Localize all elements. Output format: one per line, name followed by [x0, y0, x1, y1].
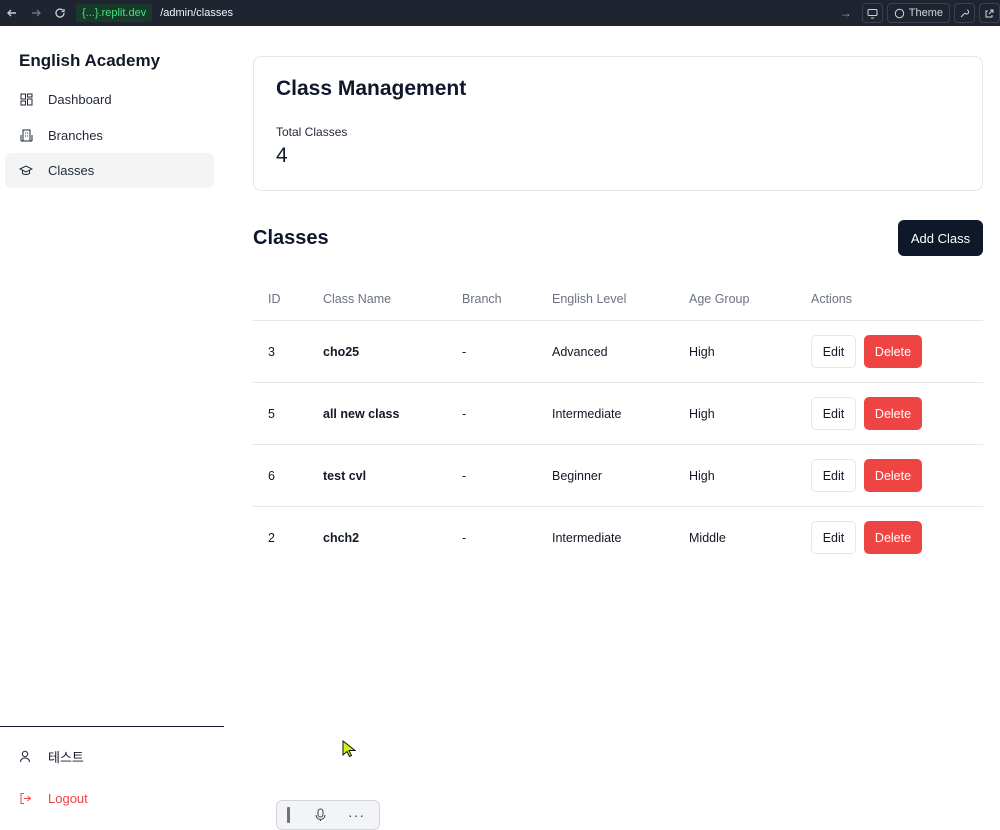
- table-row: 3 cho25 - Advanced High Edit Delete: [253, 321, 983, 383]
- theme-label: Theme: [908, 7, 943, 19]
- column-header-class-name: Class Name: [323, 292, 392, 306]
- more-options-icon[interactable]: ···: [348, 807, 365, 823]
- delete-button[interactable]: Delete: [864, 521, 922, 554]
- dashboard-icon: [19, 93, 33, 107]
- forward-icon[interactable]: [24, 2, 48, 24]
- edit-button[interactable]: Edit: [811, 521, 856, 554]
- cell-class-name: test cvl: [323, 469, 367, 483]
- delete-button[interactable]: Delete: [864, 459, 922, 492]
- sidebar-item-label: Classes: [48, 163, 95, 178]
- mouse-cursor-icon: [342, 739, 357, 763]
- sidebar-divider: [0, 726, 224, 727]
- sidebar-item-classes[interactable]: Classes: [5, 153, 214, 188]
- column-header-id: ID: [268, 292, 281, 306]
- logout-label: Logout: [48, 791, 88, 806]
- cell-id: 2: [268, 531, 275, 545]
- cell-class-name: cho25: [323, 345, 360, 359]
- user-name: 테스트: [48, 750, 84, 765]
- table-row: 6 test cvl - Beginner High Edit Delete: [253, 445, 983, 507]
- cell-id: 5: [268, 407, 275, 421]
- delete-button[interactable]: Delete: [864, 335, 922, 368]
- classes-table: ID Class Name Branch English Level Age G…: [253, 278, 983, 569]
- page-title: Class Management: [276, 77, 467, 100]
- cell-id: 6: [268, 469, 275, 483]
- cell-id: 3: [268, 345, 275, 359]
- drag-handle[interactable]: [287, 807, 290, 823]
- user-icon: [19, 750, 33, 763]
- tools-button[interactable]: [954, 3, 975, 23]
- cell-branch: -: [462, 407, 467, 421]
- cell-age-group: High: [689, 407, 715, 421]
- cell-english-level: Advanced: [552, 345, 608, 359]
- wrench-icon: [960, 9, 970, 17]
- table-header: ID Class Name Branch English Level Age G…: [253, 278, 983, 321]
- column-header-english-level: English Level: [552, 292, 627, 306]
- cell-english-level: Beginner: [552, 469, 603, 483]
- column-header-branch: Branch: [462, 292, 502, 306]
- cell-english-level: Intermediate: [552, 531, 622, 545]
- table-row: 5 all new class - Intermediate High Edit…: [253, 383, 983, 445]
- delete-button[interactable]: Delete: [864, 397, 922, 430]
- url-path[interactable]: /admin/classes: [160, 7, 233, 19]
- devices-button[interactable]: [861, 3, 883, 23]
- cell-branch: -: [462, 469, 467, 483]
- palette-icon: [894, 8, 904, 18]
- external-link-icon: [985, 9, 994, 17]
- cell-class-name: all new class: [323, 407, 400, 421]
- cell-age-group: High: [689, 469, 715, 483]
- sidebar-item-dashboard[interactable]: Dashboard: [5, 82, 214, 117]
- building-icon: [19, 129, 33, 143]
- summary-card: Class Management Total Classes 4: [253, 56, 983, 191]
- table-row: 2 chch2 - Intermediate Middle Edit Delet…: [253, 507, 983, 569]
- cell-english-level: Intermediate: [552, 407, 622, 421]
- theme-button[interactable]: Theme: [886, 3, 950, 23]
- browser-bar: {...}.replit.dev /admin/classes → Theme: [0, 0, 1000, 26]
- cell-age-group: Middle: [689, 531, 726, 545]
- back-icon[interactable]: [0, 2, 24, 24]
- user-profile[interactable]: 테스트: [19, 747, 84, 766]
- reload-icon[interactable]: [48, 2, 72, 24]
- external-link-button[interactable]: [979, 3, 1000, 23]
- cell-class-name: chch2: [323, 531, 360, 545]
- logout-icon: [19, 792, 33, 805]
- cell-branch: -: [462, 345, 467, 359]
- cell-age-group: High: [689, 345, 715, 359]
- brand-title: English Academy: [19, 51, 161, 70]
- open-arrow-icon[interactable]: →: [840, 6, 852, 20]
- cell-branch: -: [462, 531, 467, 545]
- url-domain[interactable]: {...}.replit.dev: [76, 4, 153, 22]
- column-header-age-group: Age Group: [689, 292, 750, 306]
- monitor-icon: [867, 8, 878, 18]
- logout-button[interactable]: Logout: [19, 791, 88, 806]
- classes-section-title: Classes: [253, 227, 329, 249]
- edit-button[interactable]: Edit: [811, 459, 856, 492]
- column-header-actions: Actions: [811, 292, 852, 306]
- add-class-button[interactable]: Add Class: [898, 220, 983, 256]
- edit-button[interactable]: Edit: [811, 335, 856, 368]
- sidebar-item-label: Dashboard: [48, 92, 112, 107]
- edit-button[interactable]: Edit: [811, 397, 856, 430]
- sidebar-item-branches[interactable]: Branches: [5, 118, 214, 153]
- total-classes-label: Total Classes: [276, 125, 348, 139]
- sidebar-item-label: Branches: [48, 128, 103, 143]
- sidebar: English Academy Dashboard Branches Class…: [0, 26, 224, 826]
- graduation-cap-icon: [19, 164, 33, 178]
- microphone-icon[interactable]: [315, 808, 326, 822]
- total-classes-value: 4: [276, 144, 288, 167]
